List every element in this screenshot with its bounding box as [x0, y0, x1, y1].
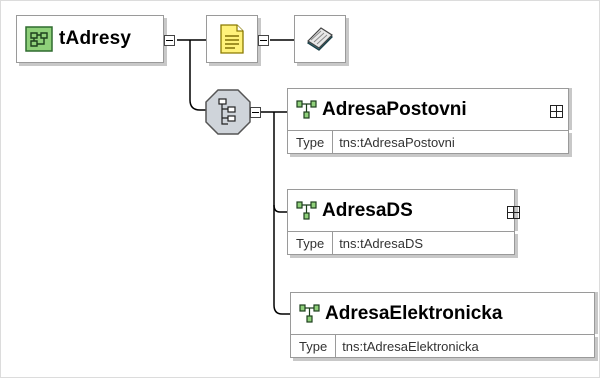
element-type-row: Type tns:tAdresaElektronicka: [290, 334, 595, 358]
type-value: tns:tAdresaPostovni: [339, 134, 455, 150]
complex-type-name: tAdresy: [59, 28, 132, 49]
element-type-row: Type tns:tAdresaDS: [287, 231, 515, 255]
documentation-icon: [305, 25, 335, 53]
complex-type-tAdresy[interactable]: tAdresy: [16, 15, 164, 63]
sequence-compositor-icon: [205, 89, 251, 135]
sequence-compositor[interactable]: [204, 88, 252, 136]
annotation-node[interactable]: [206, 15, 258, 63]
element-name: AdresaDS: [322, 199, 413, 221]
element-icon: [296, 200, 318, 222]
collapse-sequence-toggle[interactable]: [250, 107, 261, 118]
collapse-annotation-toggle[interactable]: [258, 35, 269, 46]
annotation-icon: [219, 24, 245, 54]
expand-plus-icon[interactable]: [550, 105, 563, 118]
expand-plus-icon[interactable]: [507, 206, 520, 219]
type-key: Type: [288, 131, 334, 153]
element-type-row: Type tns:tAdresaPostovni: [287, 130, 569, 154]
type-value: tns:tAdresaElektronicka: [342, 338, 479, 354]
type-key: Type: [291, 335, 337, 357]
element-icon: [299, 303, 321, 325]
type-value: tns:tAdresaDS: [339, 235, 424, 251]
collapse-root-toggle[interactable]: [164, 35, 175, 46]
element-name: AdresaElektronicka: [325, 302, 503, 324]
element-name: AdresaPostovni: [322, 98, 467, 120]
element-icon: [296, 99, 318, 121]
documentation-node[interactable]: [294, 15, 346, 63]
type-key: Type: [288, 232, 334, 254]
complex-type-icon: [25, 26, 53, 52]
